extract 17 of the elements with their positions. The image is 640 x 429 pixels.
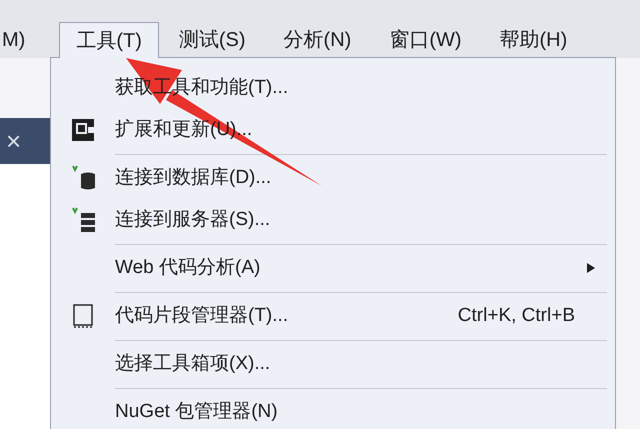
menu-item[interactable]: NuGet 包管理器(N) xyxy=(51,391,615,429)
menu-bar-item[interactable]: 窗口(W) xyxy=(385,22,466,58)
menu-item[interactable]: 代码片段管理器(T)... Ctrl+K, Ctrl+B xyxy=(51,295,615,337)
menu-bar-item[interactable]: 帮助(H) xyxy=(496,22,572,58)
extension-icon xyxy=(71,118,95,142)
server-icon xyxy=(70,207,96,233)
menu-item[interactable]: Web 代码分析(A) xyxy=(51,247,615,289)
menu-bar-item[interactable]: 测试(S) xyxy=(174,22,250,58)
menu-item[interactable]: 连接到服务器(S)... xyxy=(51,199,615,241)
snippet-icon xyxy=(72,303,94,329)
menu-item[interactable]: 选择工具箱项(X)... xyxy=(51,343,615,385)
menu-bar-item[interactable]: 工具(T) xyxy=(59,22,159,58)
menu-item[interactable]: 连接到数据库(D)... xyxy=(51,157,615,199)
menu-bar-item[interactable]: M) xyxy=(0,22,30,58)
database-icon xyxy=(70,165,96,191)
close-button[interactable]: × xyxy=(6,128,22,154)
menu-bar-item[interactable]: 分析(N) xyxy=(280,22,356,58)
